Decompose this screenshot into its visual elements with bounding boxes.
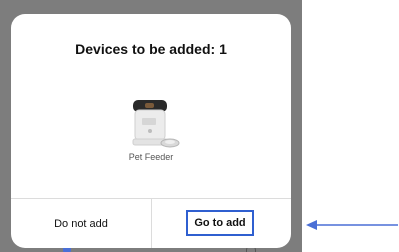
add-device-dialog: Devices to be added: 1 Pet Feeder Do not… <box>11 14 291 248</box>
button-separator <box>151 199 152 248</box>
do-not-add-button[interactable]: Do not add <box>11 199 151 248</box>
dialog-title: Devices to be added: 1 <box>75 41 227 57</box>
go-to-add-button[interactable]: Go to add <box>186 210 254 236</box>
device-name-label: Pet Feeder <box>128 152 174 162</box>
pet-feeder-icon <box>132 100 180 148</box>
left-arrow-icon <box>306 220 398 230</box>
